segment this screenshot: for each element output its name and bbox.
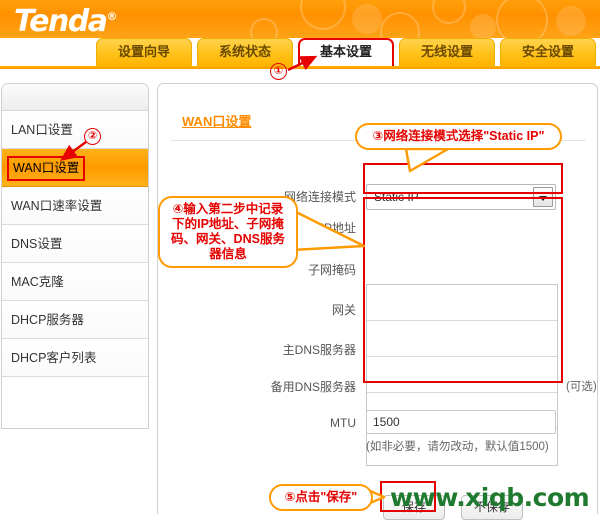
sidebar-header — [2, 84, 148, 111]
highlight-connection-mode — [363, 163, 563, 194]
tab-setup-wizard[interactable]: 设置向导 — [96, 38, 192, 66]
callout-3-bubble: ③网络连接模式选择"Static IP" — [355, 123, 562, 150]
decorative-bubble — [250, 18, 278, 38]
callout-4-tail — [288, 208, 366, 252]
sidebar-item-label: DHCP服务器 — [11, 313, 84, 327]
sidebar-item-label: DNS设置 — [11, 237, 63, 251]
callout-4-bubble: ④输入第二步中记录下的IP地址、子网掩码、网关、DNS服务器信息 — [158, 196, 298, 268]
app-header: Tenda® — [0, 0, 600, 38]
mtu-label: MTU — [330, 416, 356, 430]
tab-system-status[interactable]: 系统状态 — [197, 38, 293, 66]
highlight-ip-fields — [363, 197, 563, 383]
callout-1-arrow — [287, 55, 318, 72]
sidebar-item-wan-speed-settings[interactable]: WAN口速率设置 — [2, 187, 148, 225]
page-title: WAN口设置 — [182, 114, 252, 129]
sidebar-item-label: MAC克隆 — [11, 275, 64, 289]
gateway-label: 网关 — [331, 303, 356, 317]
callout-3-tail — [404, 147, 450, 173]
secondary-dns-optional-note: (可选) — [566, 381, 597, 393]
mtu-input[interactable] — [366, 410, 556, 434]
decorative-bubble — [432, 0, 466, 24]
decorative-bubble — [352, 4, 382, 34]
sidebar-item-dhcp-server[interactable]: DHCP服务器 — [2, 301, 148, 339]
mtu-hint: (如非必要，请勿改动，默认值1500) — [366, 441, 549, 453]
sidebar-item-dns-settings[interactable]: DNS设置 — [2, 225, 148, 263]
decorative-bubble — [300, 0, 346, 30]
tab-wireless-settings[interactable]: 无线设置 — [399, 38, 495, 66]
decorative-bubble — [496, 0, 548, 38]
callout-1-number: ① — [270, 63, 287, 80]
tab-security-settings[interactable]: 安全设置 — [500, 38, 596, 66]
callout-2-arrow — [60, 141, 87, 161]
sidebar-item-label: DHCP客户列表 — [11, 351, 97, 365]
sidebar-item-label: LAN口设置 — [11, 123, 73, 137]
decorative-bubble — [470, 14, 496, 38]
sidebar-filler — [2, 377, 148, 423]
decorative-bubble — [556, 6, 586, 36]
sidebar-item-mac-clone[interactable]: MAC克隆 — [2, 263, 148, 301]
primary-dns-label: 主DNS服务器 — [282, 343, 356, 357]
sidebar-menu: LAN口设置 WAN口设置 WAN口速率设置 DNS设置 MAC克隆 DHCP服… — [1, 83, 149, 429]
sidebar-item-label: WAN口速率设置 — [11, 199, 103, 213]
row-mtu: MTU — [158, 410, 599, 436]
site-watermark: www.xiqb.com — [390, 483, 590, 512]
secondary-dns-label: 备用DNS服务器 — [270, 380, 356, 394]
logo-text: Tenda — [14, 4, 108, 39]
registered-mark: ® — [106, 10, 118, 23]
sidebar-item-dhcp-client-list[interactable]: DHCP客户列表 — [2, 339, 148, 377]
tenda-logo: Tenda® — [14, 0, 118, 39]
callout-5-bubble: ⑤点击"保存" — [269, 484, 373, 511]
decorative-bubble — [380, 12, 420, 38]
